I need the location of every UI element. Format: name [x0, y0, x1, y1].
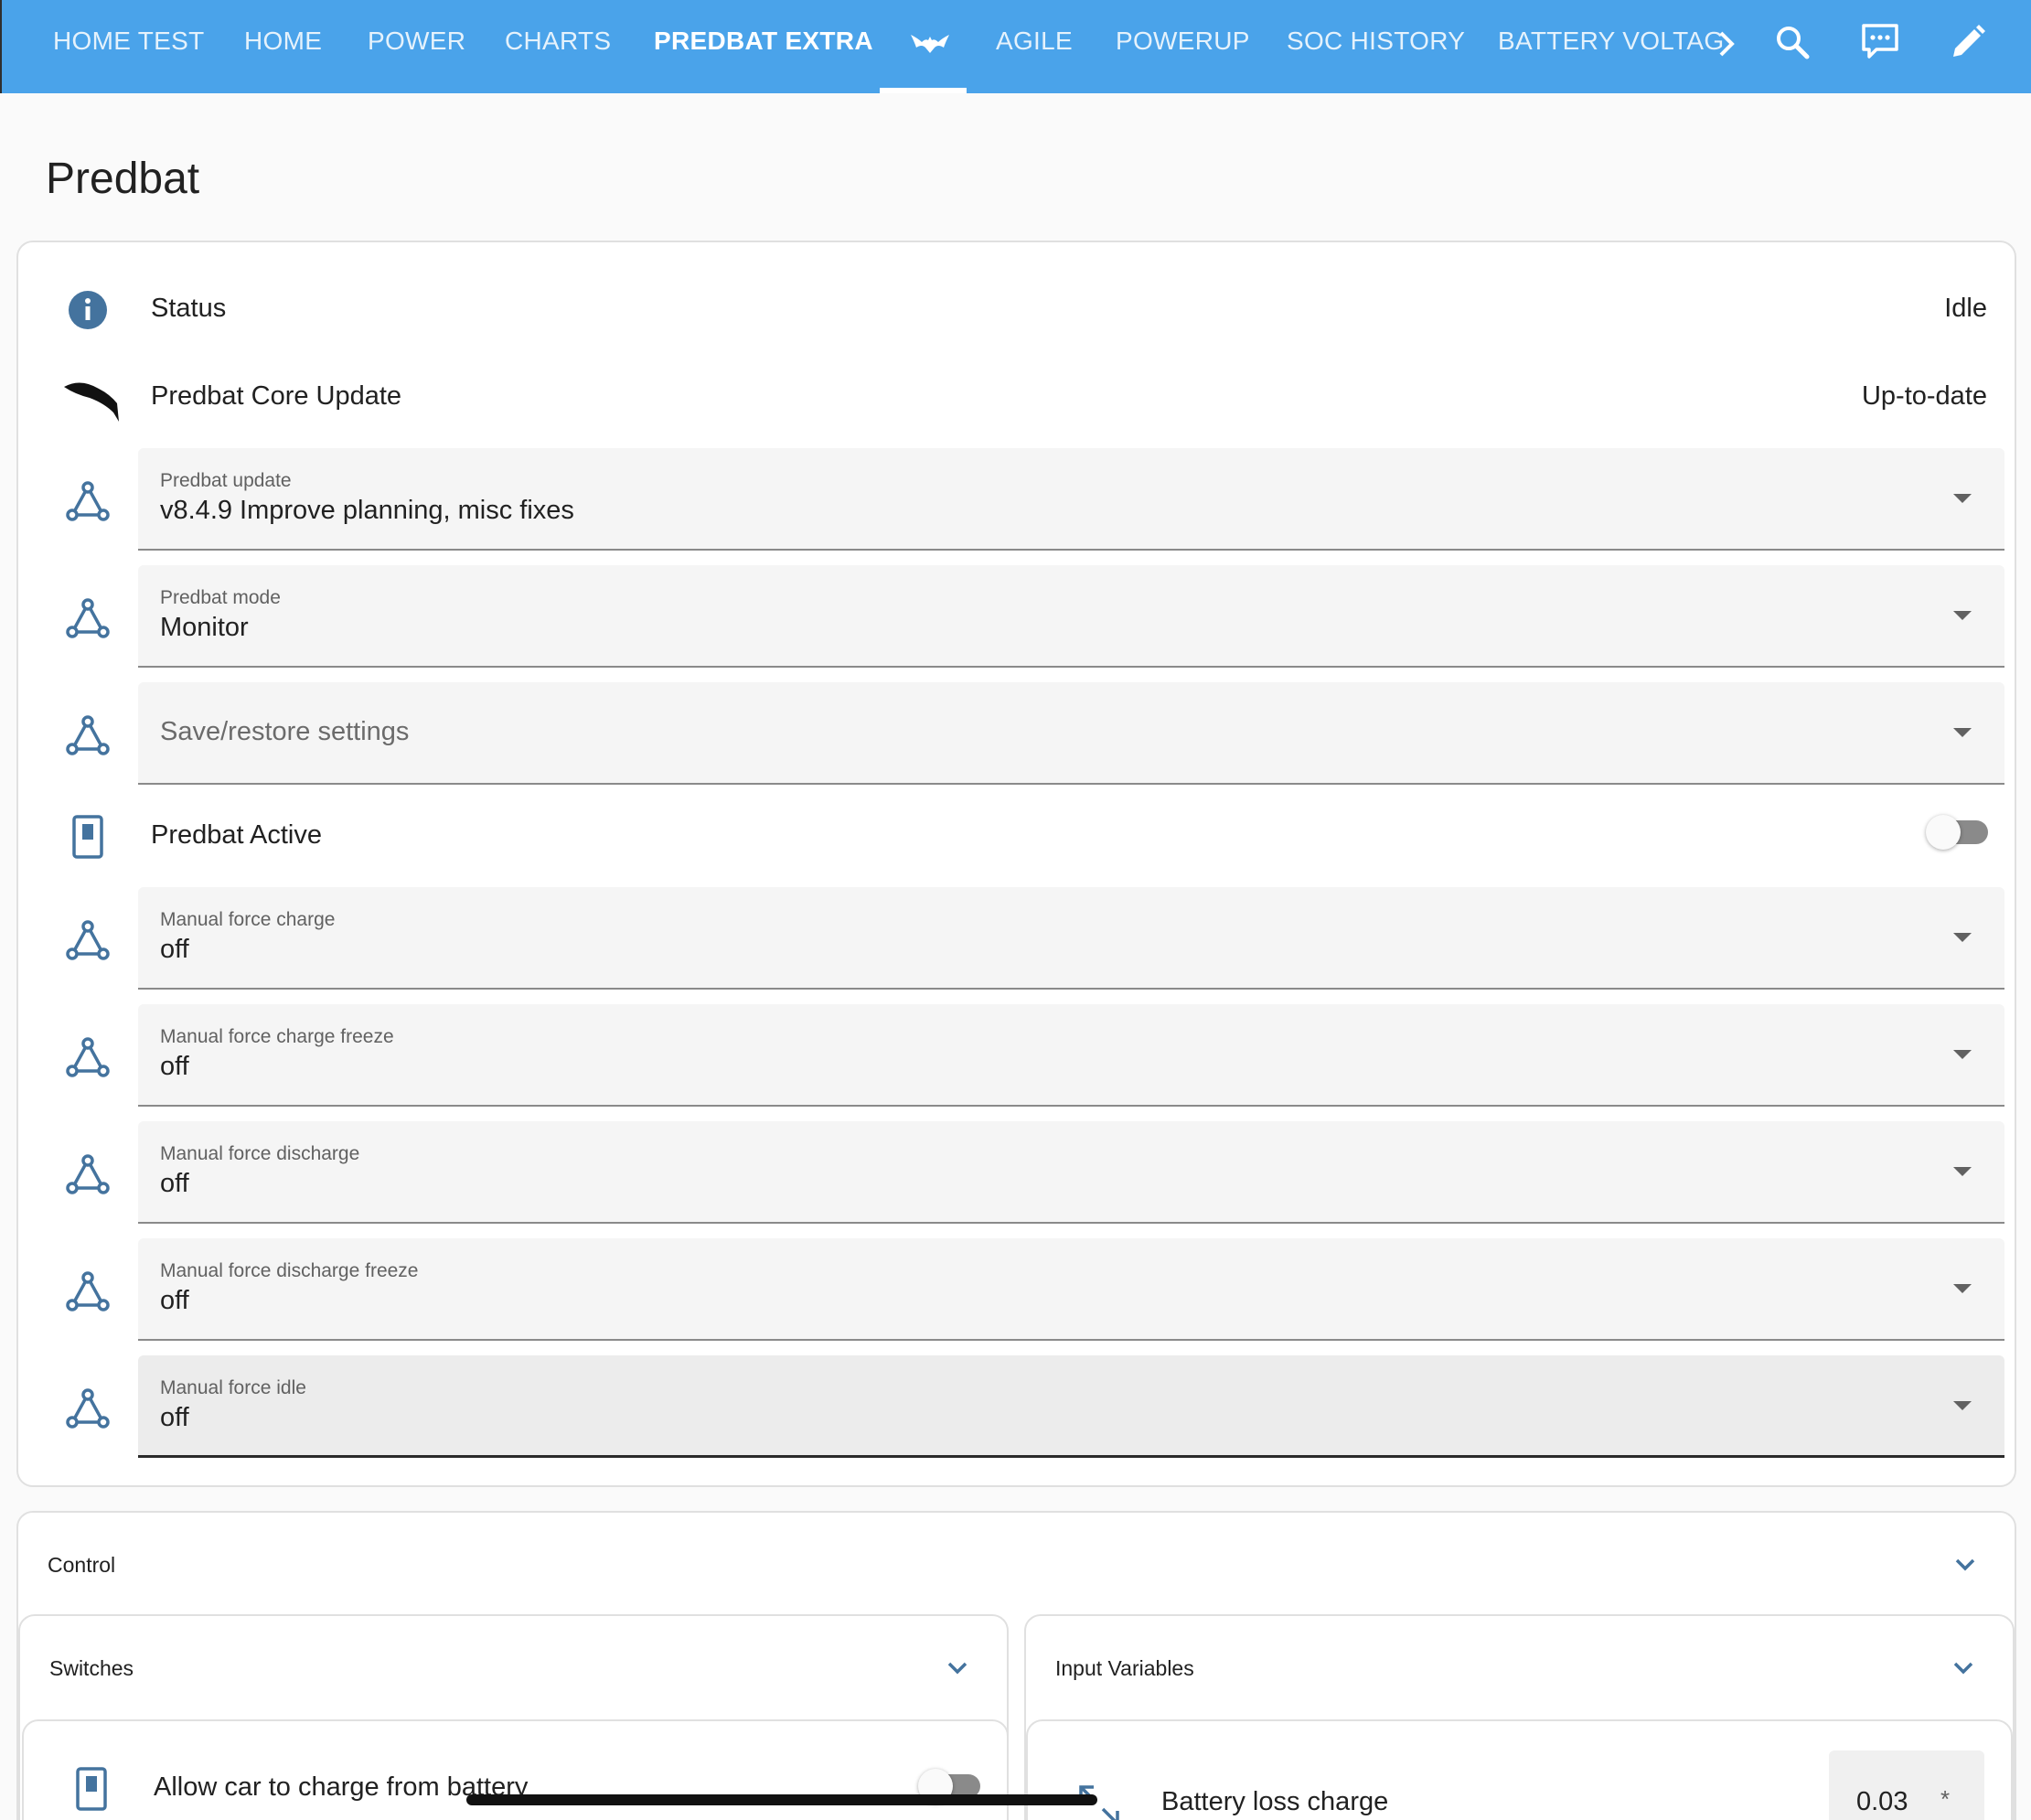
force-charge-label: Manual force charge: [160, 909, 336, 930]
force-discharge-freeze-label: Manual force discharge freeze: [160, 1260, 419, 1281]
force-discharge-value: off: [160, 1169, 189, 1198]
input-variables-inner-card: Battery loss charge 0.03 *: [1026, 1719, 2013, 1820]
triangle-nodes-icon: [66, 1388, 110, 1429]
chevron-down-icon[interactable]: [1950, 1549, 1981, 1580]
chevron-down-icon[interactable]: [942, 1653, 973, 1684]
control-title[interactable]: Control: [48, 1553, 115, 1578]
dropdown-arrow-icon: [1953, 1167, 1972, 1176]
predbat-active-toggle[interactable]: [1909, 813, 1997, 850]
tab-agile[interactable]: AGILE: [996, 0, 1073, 93]
triangle-nodes-icon: [66, 598, 110, 638]
predbat-update-value: v8.4.9 Improve planning, misc fixes: [160, 496, 574, 525]
tab-predbat-extra[interactable]: PREDBAT EXTRA: [654, 0, 873, 93]
home-indicator-bar[interactable]: [466, 1794, 1097, 1805]
bat-wing-icon: [64, 382, 119, 422]
assist-icon[interactable]: [1858, 20, 1902, 64]
force-idle-value: off: [160, 1403, 189, 1432]
pencil-icon[interactable]: [1946, 20, 1990, 64]
dropdown-arrow-icon: [1953, 1284, 1972, 1293]
force-charge-freeze-value: off: [160, 1052, 189, 1081]
search-icon[interactable]: [1770, 20, 1814, 64]
predbat-mode-select[interactable]: Predbat mode Monitor: [138, 565, 2004, 668]
chevron-right-icon[interactable]: [1705, 22, 1748, 66]
force-idle-select[interactable]: Manual force idle off: [138, 1355, 2004, 1458]
force-charge-freeze-label: Manual force charge freeze: [160, 1026, 394, 1047]
switches-title[interactable]: Switches: [49, 1656, 134, 1681]
battery-loss-charge-label[interactable]: Battery loss charge: [1161, 1787, 1388, 1817]
status-label[interactable]: Status: [151, 294, 226, 324]
predbat-mode-value: Monitor: [160, 613, 249, 642]
force-discharge-label: Manual force discharge: [160, 1143, 360, 1164]
top-app-bar: HOME TEST HOME POWER CHARTS PREDBAT EXTR…: [0, 0, 2031, 93]
core-update-label[interactable]: Predbat Core Update: [151, 381, 401, 412]
dropdown-arrow-icon: [1953, 494, 1972, 503]
chevron-down-icon[interactable]: [1948, 1653, 1979, 1684]
battery-loss-charge-value: 0.03: [1856, 1787, 1908, 1816]
switch-icon: [72, 815, 103, 859]
triangle-nodes-icon: [66, 1037, 110, 1077]
bat-icon: [911, 35, 949, 53]
predbat-update-label: Predbat update: [160, 470, 292, 491]
core-update-value: Up-to-date: [1861, 381, 1987, 411]
battery-loss-charge-input[interactable]: 0.03 *: [1829, 1750, 1984, 1820]
force-charge-select[interactable]: Manual force charge off: [138, 887, 2004, 990]
dropdown-arrow-icon: [1953, 728, 1972, 737]
status-value: Idle: [1944, 294, 1987, 323]
save-restore-select[interactable]: Save/restore settings: [138, 682, 2004, 785]
force-discharge-freeze-value: off: [160, 1286, 189, 1315]
tab-bat-icon[interactable]: [891, 0, 969, 93]
force-discharge-select[interactable]: Manual force discharge off: [138, 1121, 2004, 1224]
page-title: Predbat: [46, 155, 200, 203]
force-idle-label: Manual force idle: [160, 1377, 306, 1398]
battery-loss-charge-unit: *: [1940, 1785, 1951, 1813]
tab-charts[interactable]: CHARTS: [505, 0, 611, 93]
save-restore-placeholder: Save/restore settings: [160, 717, 410, 746]
triangle-nodes-icon: [66, 715, 110, 755]
dropdown-arrow-icon: [1953, 1050, 1972, 1059]
triangle-nodes-icon: [66, 1154, 110, 1194]
predbat-update-select[interactable]: Predbat update v8.4.9 Improve planning, …: [138, 448, 2004, 551]
tab-home-test[interactable]: HOME TEST: [53, 0, 205, 93]
tab-power[interactable]: POWER: [368, 0, 465, 93]
input-variables-title[interactable]: Input Variables: [1055, 1656, 1194, 1681]
info-icon: [69, 291, 107, 329]
tab-soc-history[interactable]: SOC HISTORY: [1287, 0, 1465, 93]
force-discharge-freeze-select[interactable]: Manual force discharge freeze off: [138, 1238, 2004, 1341]
triangle-nodes-icon: [66, 920, 110, 960]
tab-battery-voltage[interactable]: BATTERY VOLTAG: [1498, 0, 1724, 93]
dropdown-arrow-icon: [1953, 611, 1972, 620]
force-charge-freeze-select[interactable]: Manual force charge freeze off: [138, 1004, 2004, 1107]
predbat-mode-label: Predbat mode: [160, 587, 281, 608]
triangle-nodes-icon: [66, 481, 110, 521]
tab-powerup[interactable]: POWERUP: [1116, 0, 1250, 93]
entities-card: Status Idle Predbat Core Update Up-to-da…: [16, 241, 2016, 1487]
dropdown-arrow-icon: [1953, 933, 1972, 942]
triangle-nodes-icon: [66, 1271, 110, 1311]
tab-home[interactable]: HOME: [244, 0, 322, 93]
active-tab-indicator: [880, 88, 967, 93]
switch-icon: [76, 1767, 107, 1811]
force-charge-value: off: [160, 935, 189, 964]
dropdown-arrow-icon: [1953, 1401, 1972, 1410]
predbat-active-label[interactable]: Predbat Active: [151, 820, 322, 851]
